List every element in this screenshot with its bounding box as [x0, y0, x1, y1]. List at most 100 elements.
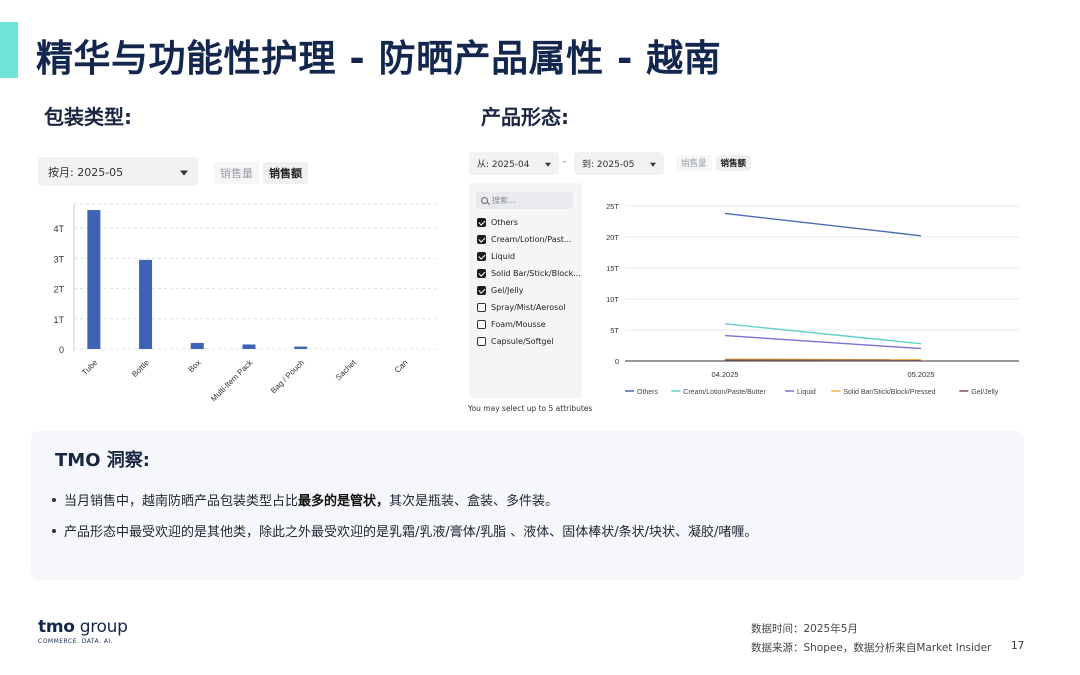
filter-item-label: Spray/Mist/Aerosol [491, 303, 566, 312]
insight-text: 当月销售中，越南防晒产品包装类型占比最多的是管状，其次是瓶装、盒装、多件装。 [64, 494, 559, 509]
form-metric-toggle: 销售量 销售额 [676, 155, 752, 171]
packaging-section-title: 包装类型: [44, 105, 132, 129]
insight-list: 当月销售中，越南防晒产品包装类型占比最多的是管状，其次是瓶装、盒装、多件装。产品… [52, 484, 1012, 546]
x-tick-label: 04.2025 [711, 370, 738, 379]
series-line [724, 323, 922, 345]
bullet-icon [52, 528, 56, 533]
y-tick-label: 1T [53, 315, 64, 325]
filter-item-label: Gel/Jelly [491, 286, 524, 295]
y-tick-label: 20T [606, 233, 619, 242]
x-tick-label: Multi-Item Pack [209, 357, 255, 403]
bar [294, 346, 308, 349]
bullet-icon [52, 497, 56, 502]
checkbox-unchecked[interactable] [477, 320, 486, 329]
toggle-value[interactable]: 销售额 [263, 162, 308, 184]
packaging-metric-toggle: 销售量 销售额 [214, 162, 308, 184]
filter-item[interactable]: Foam/Mousse [477, 316, 580, 333]
legend-label: Liquid [797, 389, 816, 396]
filter-search-placeholder: 搜索... [492, 196, 516, 205]
month-dropdown-label: 按月: 2025-05 [48, 165, 124, 179]
page-title: 精华与功能性护理 - 防晒产品属性 - 越南 [36, 37, 722, 80]
filter-item-label: Cream/Lotion/Past... [491, 235, 572, 244]
filter-item-label: Foam/Mousse [491, 320, 546, 329]
x-tick-label: Sachet [334, 358, 359, 383]
x-tick-label: Can [393, 358, 410, 375]
filter-item-label: Solid Bar/Stick/Block... [491, 269, 580, 278]
y-tick-label: 4T [53, 224, 64, 234]
legend-label: Cream/Lotion/Paste/Butter [683, 389, 766, 396]
checkbox-checked[interactable] [477, 235, 486, 244]
chevron-down-icon [180, 170, 188, 175]
filter-search-input[interactable]: 搜索... [476, 192, 573, 209]
insight-text: 产品形态中最受欢迎的是其他类，除此之外最受欢迎的是乳霜/乳液/膏体/乳脂 、液体… [64, 525, 758, 540]
bar [139, 259, 153, 349]
filter-item-label: Liquid [491, 252, 516, 261]
legend-label: Solid Bar/Stick/Block/Pressed [843, 389, 935, 396]
form-line-chart: 0 5T 10T 15T 20T 25T 04.2025 05.2025 Others Cream… [606, 202, 1019, 396]
legend-label: Others [637, 389, 659, 396]
y-tick-label: 0 [59, 345, 64, 355]
footer-source: 数据时间：2025年5月 数据来源：Shopee，数据分析来自Market In… [751, 620, 991, 658]
form-section-title: 产品形态: [481, 105, 569, 129]
y-tick-label: 5T [610, 326, 619, 335]
checkbox-checked[interactable] [477, 218, 486, 227]
insight-item: 产品形态中最受欢迎的是其他类，除此之外最受欢迎的是乳霜/乳液/膏体/乳脂 、液体… [52, 515, 1012, 546]
filter-item[interactable]: Cream/Lotion/Past... [477, 231, 580, 248]
filter-list: Others Cream/Lotion/Past... Liquid Solid Ba… [477, 214, 580, 350]
y-tick-label: 25T [606, 202, 619, 211]
x-tick-label: Bag / Pouch [269, 358, 306, 395]
x-tick-label: 05.2025 [907, 370, 934, 379]
checkbox-checked[interactable] [477, 252, 486, 261]
checkbox-checked[interactable] [477, 269, 486, 278]
y-tick-label: 15T [606, 264, 619, 273]
series-line [724, 334, 922, 350]
y-tick-label: 10T [606, 295, 619, 304]
data-source: 数据来源：Shopee，数据分析来自Market Insider [751, 642, 992, 654]
toggle-value[interactable]: 销售额 [715, 155, 752, 171]
x-tick-label: Bottle [130, 358, 151, 379]
to-date-label: 到: 2025-05 [582, 160, 635, 170]
logo-group-text: group [74, 617, 128, 637]
select-limit-note: You may select up to 5 attributes [468, 404, 593, 413]
chevron-down-icon [650, 162, 656, 167]
x-tick-label: Tube [80, 358, 99, 377]
bar [242, 344, 256, 349]
insight-item: 当月销售中，越南防晒产品包装类型占比最多的是管状，其次是瓶装、盒装、多件装。 [52, 484, 1012, 515]
month-dropdown[interactable]: 按月: 2025-05 [38, 157, 198, 186]
search-icon [481, 197, 488, 204]
bar [190, 342, 204, 349]
from-date-label: 从: 2025-04 [477, 160, 530, 170]
toggle-volume[interactable]: 销售量 [676, 155, 712, 171]
x-tick-label: Box [187, 358, 203, 374]
filter-item[interactable]: Capsule/Softgel [477, 333, 580, 350]
chevron-down-icon [545, 162, 551, 167]
series-line [724, 212, 922, 237]
range-dash: - [563, 157, 567, 167]
filter-item[interactable]: Spray/Mist/Aerosol [477, 299, 580, 316]
filter-item-label: Others [491, 218, 518, 227]
accent-bar [0, 22, 18, 78]
filter-item[interactable]: Solid Bar/Stick/Block... [477, 265, 580, 282]
legend-label: Gel/Jelly [971, 389, 998, 396]
filter-item[interactable]: Liquid [477, 248, 580, 265]
page-number: 17 [1011, 640, 1025, 652]
to-date-dropdown[interactable]: 到: 2025-05 [574, 152, 664, 175]
insight-title: TMO 洞察: [55, 450, 150, 471]
filter-item[interactable]: Others [477, 214, 580, 231]
tmo-logo: tmo group COMMERCE. DATA. AI. [38, 617, 128, 645]
logo-tagline: COMMERCE. DATA. AI. [38, 638, 114, 645]
filter-item[interactable]: Gel/Jelly [477, 282, 580, 299]
y-tick-label: 3T [53, 254, 64, 264]
data-time: 数据时间：2025年5月 [751, 623, 858, 635]
checkbox-checked[interactable] [477, 286, 486, 295]
y-tick-label: 2T [53, 285, 64, 295]
checkbox-unchecked[interactable] [477, 303, 486, 312]
bar [87, 210, 101, 349]
y-tick-label: 0 [615, 357, 619, 366]
logo-main-text: tmo [38, 617, 75, 637]
packaging-bar-chart: 0 1T 2T 3T 4T Tube Bottle Box Multi-Item Pack Bag… [53, 203, 436, 403]
checkbox-unchecked[interactable] [477, 337, 486, 346]
filter-item-label: Capsule/Softgel [491, 337, 554, 346]
from-date-dropdown[interactable]: 从: 2025-04 [469, 152, 559, 175]
toggle-volume[interactable]: 销售量 [214, 162, 259, 184]
